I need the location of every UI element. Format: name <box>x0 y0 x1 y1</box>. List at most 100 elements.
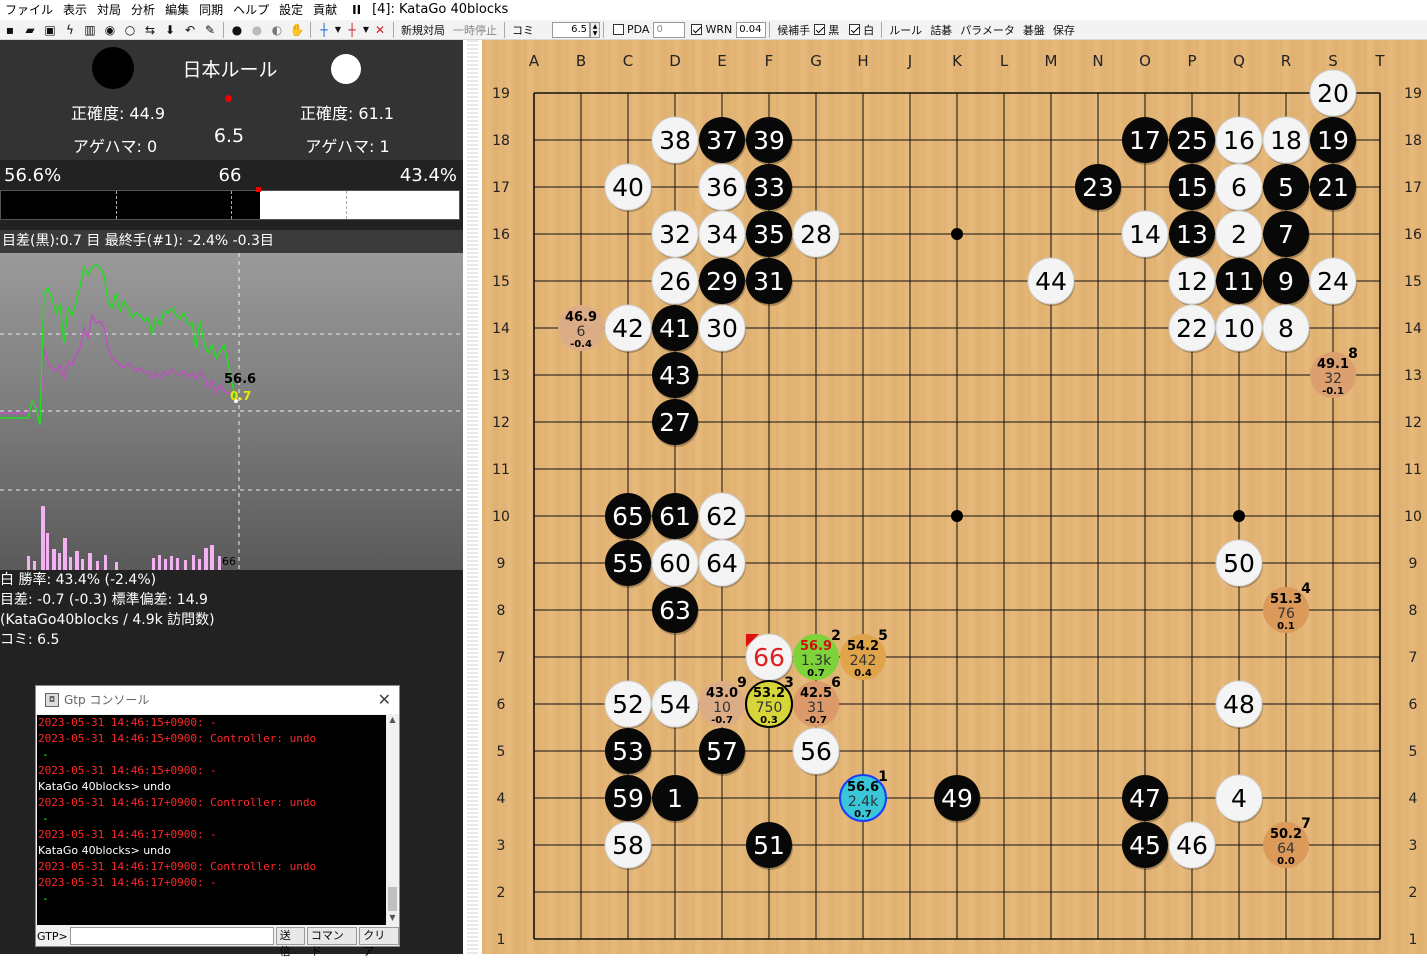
white-stone[interactable]: 16 <box>1215 116 1263 165</box>
white-stone[interactable]: 8 <box>1262 304 1310 353</box>
save-icon[interactable]: ▣ <box>40 21 60 39</box>
menu-item-2[interactable]: 対局 <box>92 0 126 20</box>
candidate-move[interactable]: 56.62.4k0.7 1 <box>839 769 888 822</box>
black-stone[interactable]: 39 <box>746 117 793 165</box>
pause-icon[interactable]: II <box>342 0 367 20</box>
black-stone[interactable]: 43 <box>652 352 699 400</box>
white-stone[interactable]: 52 <box>604 680 652 729</box>
black-stone[interactable]: 51 <box>746 822 793 870</box>
new-file-icon[interactable]: ▪ <box>0 21 20 39</box>
black-stone[interactable]: 55 <box>605 540 652 588</box>
black-stone[interactable]: 45 <box>1122 822 1169 870</box>
white-candidate-checkbox[interactable] <box>849 24 861 35</box>
black-stone[interactable]: 15 <box>1169 164 1216 212</box>
candidate-move[interactable]: 51.3760.1 4 <box>1263 581 1311 633</box>
go-board[interactable]: A B C D E F G H J K L M N O P Q R S T 19 19 18 18 17 17 16 16 15 15 1… <box>482 40 1427 954</box>
white-stone[interactable]: 38 <box>651 116 699 165</box>
black-stone[interactable]: 49 <box>934 775 981 823</box>
black-stone[interactable]: 37 <box>699 117 746 165</box>
black-stone[interactable]: 13 <box>1169 211 1216 259</box>
menu-item-5[interactable]: 同期 <box>194 0 228 20</box>
console-log[interactable]: 2023-05-31 14:46:15+0900: - 2023-05-31 14… <box>37 715 386 925</box>
menu-item-4[interactable]: 編集 <box>160 0 194 20</box>
clear-button[interactable]: クリア <box>359 927 399 958</box>
wrn-checkbox[interactable] <box>691 24 703 35</box>
down-arrow-icon[interactable]: ⬇ <box>160 21 180 39</box>
black-stone[interactable]: 17 <box>1122 117 1169 165</box>
tsumego-button[interactable]: 詰碁 <box>926 22 956 38</box>
white-stone[interactable]: 42 <box>604 304 652 353</box>
wrn-input[interactable]: 0.04 <box>736 21 767 38</box>
black-stone[interactable]: 11 <box>1216 258 1263 306</box>
black-stone[interactable]: 21 <box>1310 164 1357 212</box>
lightning-icon[interactable]: ϟ <box>60 21 80 39</box>
black-stone[interactable]: 1 <box>652 775 699 823</box>
white-stone[interactable]: 6 <box>1215 163 1263 212</box>
white-stone[interactable]: 18 <box>1262 116 1310 165</box>
black-stone[interactable]: 33 <box>746 164 793 212</box>
white-stone[interactable]: 14 <box>1121 210 1169 259</box>
white-stone[interactable]: 20 <box>1309 69 1357 118</box>
black-stone[interactable]: 5 <box>1263 164 1310 212</box>
close-icon[interactable]: ✕ <box>378 686 391 714</box>
alternate-stone-icon[interactable]: ◐ <box>267 21 287 39</box>
command-button[interactable]: コマンド <box>306 927 358 958</box>
save-button[interactable]: 保存 <box>1049 22 1079 38</box>
menu-item-8[interactable]: 貢献 <box>308 0 342 20</box>
white-stone[interactable]: 50 <box>1215 539 1263 588</box>
white-stone[interactable]: 32 <box>651 210 699 259</box>
black-stone[interactable]: 19 <box>1310 117 1357 165</box>
black-stone[interactable]: 41 <box>652 305 699 353</box>
hand-icon[interactable]: ✋ <box>287 21 307 39</box>
gtp-console-window[interactable]: ◘ Gtp コンソール ✕ 2023-05-31 14:46:15+0900: … <box>35 685 400 958</box>
red-cross-icon[interactable]: ┼ <box>342 21 362 39</box>
white-stone[interactable]: 12 <box>1168 257 1216 306</box>
black-stone[interactable]: 35 <box>746 211 793 259</box>
white-stone[interactable]: 64 <box>698 539 746 588</box>
black-stone[interactable]: 61 <box>652 493 699 541</box>
scroll-up-icon[interactable]: ▲ <box>386 715 399 727</box>
white-stone[interactable]: 58 <box>604 821 652 870</box>
black-stone[interactable]: 59 <box>605 775 652 823</box>
black-stone[interactable]: 31 <box>746 258 793 306</box>
gtp-command-input[interactable] <box>69 927 274 945</box>
black-stone[interactable]: 57 <box>699 728 746 776</box>
menu-item-6[interactable]: ヘルプ <box>228 0 274 20</box>
white-stone[interactable]: 48 <box>1215 680 1263 729</box>
white-stone[interactable]: 4 <box>1215 774 1263 823</box>
black-candidate-checkbox[interactable] <box>814 24 826 35</box>
black-stone[interactable]: 27 <box>652 399 699 447</box>
white-stone[interactable]: 24 <box>1309 257 1357 306</box>
white-stone[interactable]: 54 <box>651 680 699 729</box>
black-stone[interactable]: 9 <box>1263 258 1310 306</box>
board-button[interactable]: 碁盤 <box>1019 22 1049 38</box>
close-x-icon[interactable]: ✕ <box>370 21 390 39</box>
komi-spinner[interactable]: ▲ ▼ <box>590 21 600 38</box>
white-stone[interactable]: 46 <box>1168 821 1216 870</box>
winrate-graph[interactable]: 56.6 0.7 66 <box>0 253 463 570</box>
black-stone[interactable]: 53 <box>605 728 652 776</box>
black-stone[interactable]: 63 <box>652 587 699 635</box>
black-stone[interactable]: 23 <box>1075 164 1122 212</box>
black-stone[interactable]: 7 <box>1263 211 1310 259</box>
black-stone-icon[interactable]: ● <box>227 21 247 39</box>
white-stone[interactable]: 36 <box>698 163 746 212</box>
new-game-button[interactable]: 新規対局 <box>397 22 449 38</box>
dropdown-arrow-icon[interactable]: ▼ <box>334 21 342 39</box>
menu-item-0[interactable]: ファイル <box>0 0 58 20</box>
white-stone[interactable]: 22 <box>1168 304 1216 353</box>
white-stone[interactable]: 60 <box>651 539 699 588</box>
black-stone[interactable]: 65 <box>605 493 652 541</box>
white-stone[interactable]: 28 <box>792 210 840 259</box>
black-stone[interactable]: 47 <box>1122 775 1169 823</box>
candidate-move[interactable]: 54.22420.4 5 <box>840 628 888 680</box>
white-stone[interactable]: 44 <box>1027 257 1075 306</box>
undo-arrow-icon[interactable]: ↶ <box>180 21 200 39</box>
scroll-thumb[interactable] <box>388 887 397 911</box>
white-stone[interactable]: 34 <box>698 210 746 259</box>
pda-checkbox[interactable] <box>613 24 624 35</box>
white-stone[interactable]: 40 <box>604 163 652 212</box>
candidate-move[interactable]: 53.27500.3 3 <box>745 675 794 728</box>
pencil-icon[interactable]: ✎ <box>200 21 220 39</box>
white-stone[interactable]: 10 <box>1215 304 1263 353</box>
